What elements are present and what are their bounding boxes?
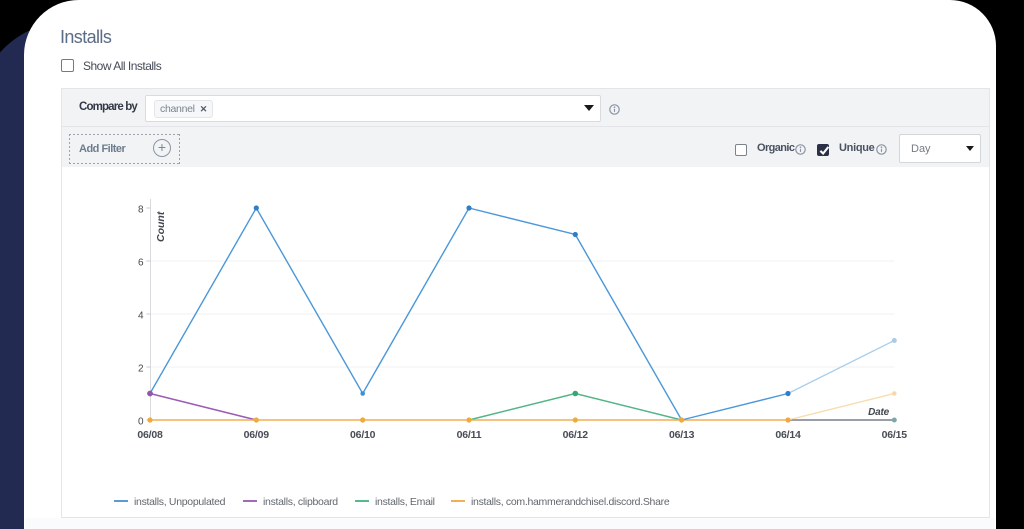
svg-text:06/11: 06/11 [457,429,482,441]
svg-text:06/15: 06/15 [882,429,908,441]
svg-text:06/13: 06/13 [669,429,695,441]
svg-text:Count: Count [155,211,167,242]
svg-text:6: 6 [138,258,144,269]
svg-text:2: 2 [138,364,144,375]
svg-text:Date: Date [868,407,890,418]
svg-text:8: 8 [138,205,144,216]
svg-text:06/09: 06/09 [244,429,270,441]
svg-text:06/10: 06/10 [350,429,376,441]
svg-text:4: 4 [138,311,144,322]
svg-text:06/14: 06/14 [775,429,801,441]
svg-text:0: 0 [138,417,144,428]
svg-text:06/08: 06/08 [137,429,163,441]
svg-text:06/12: 06/12 [563,429,589,441]
